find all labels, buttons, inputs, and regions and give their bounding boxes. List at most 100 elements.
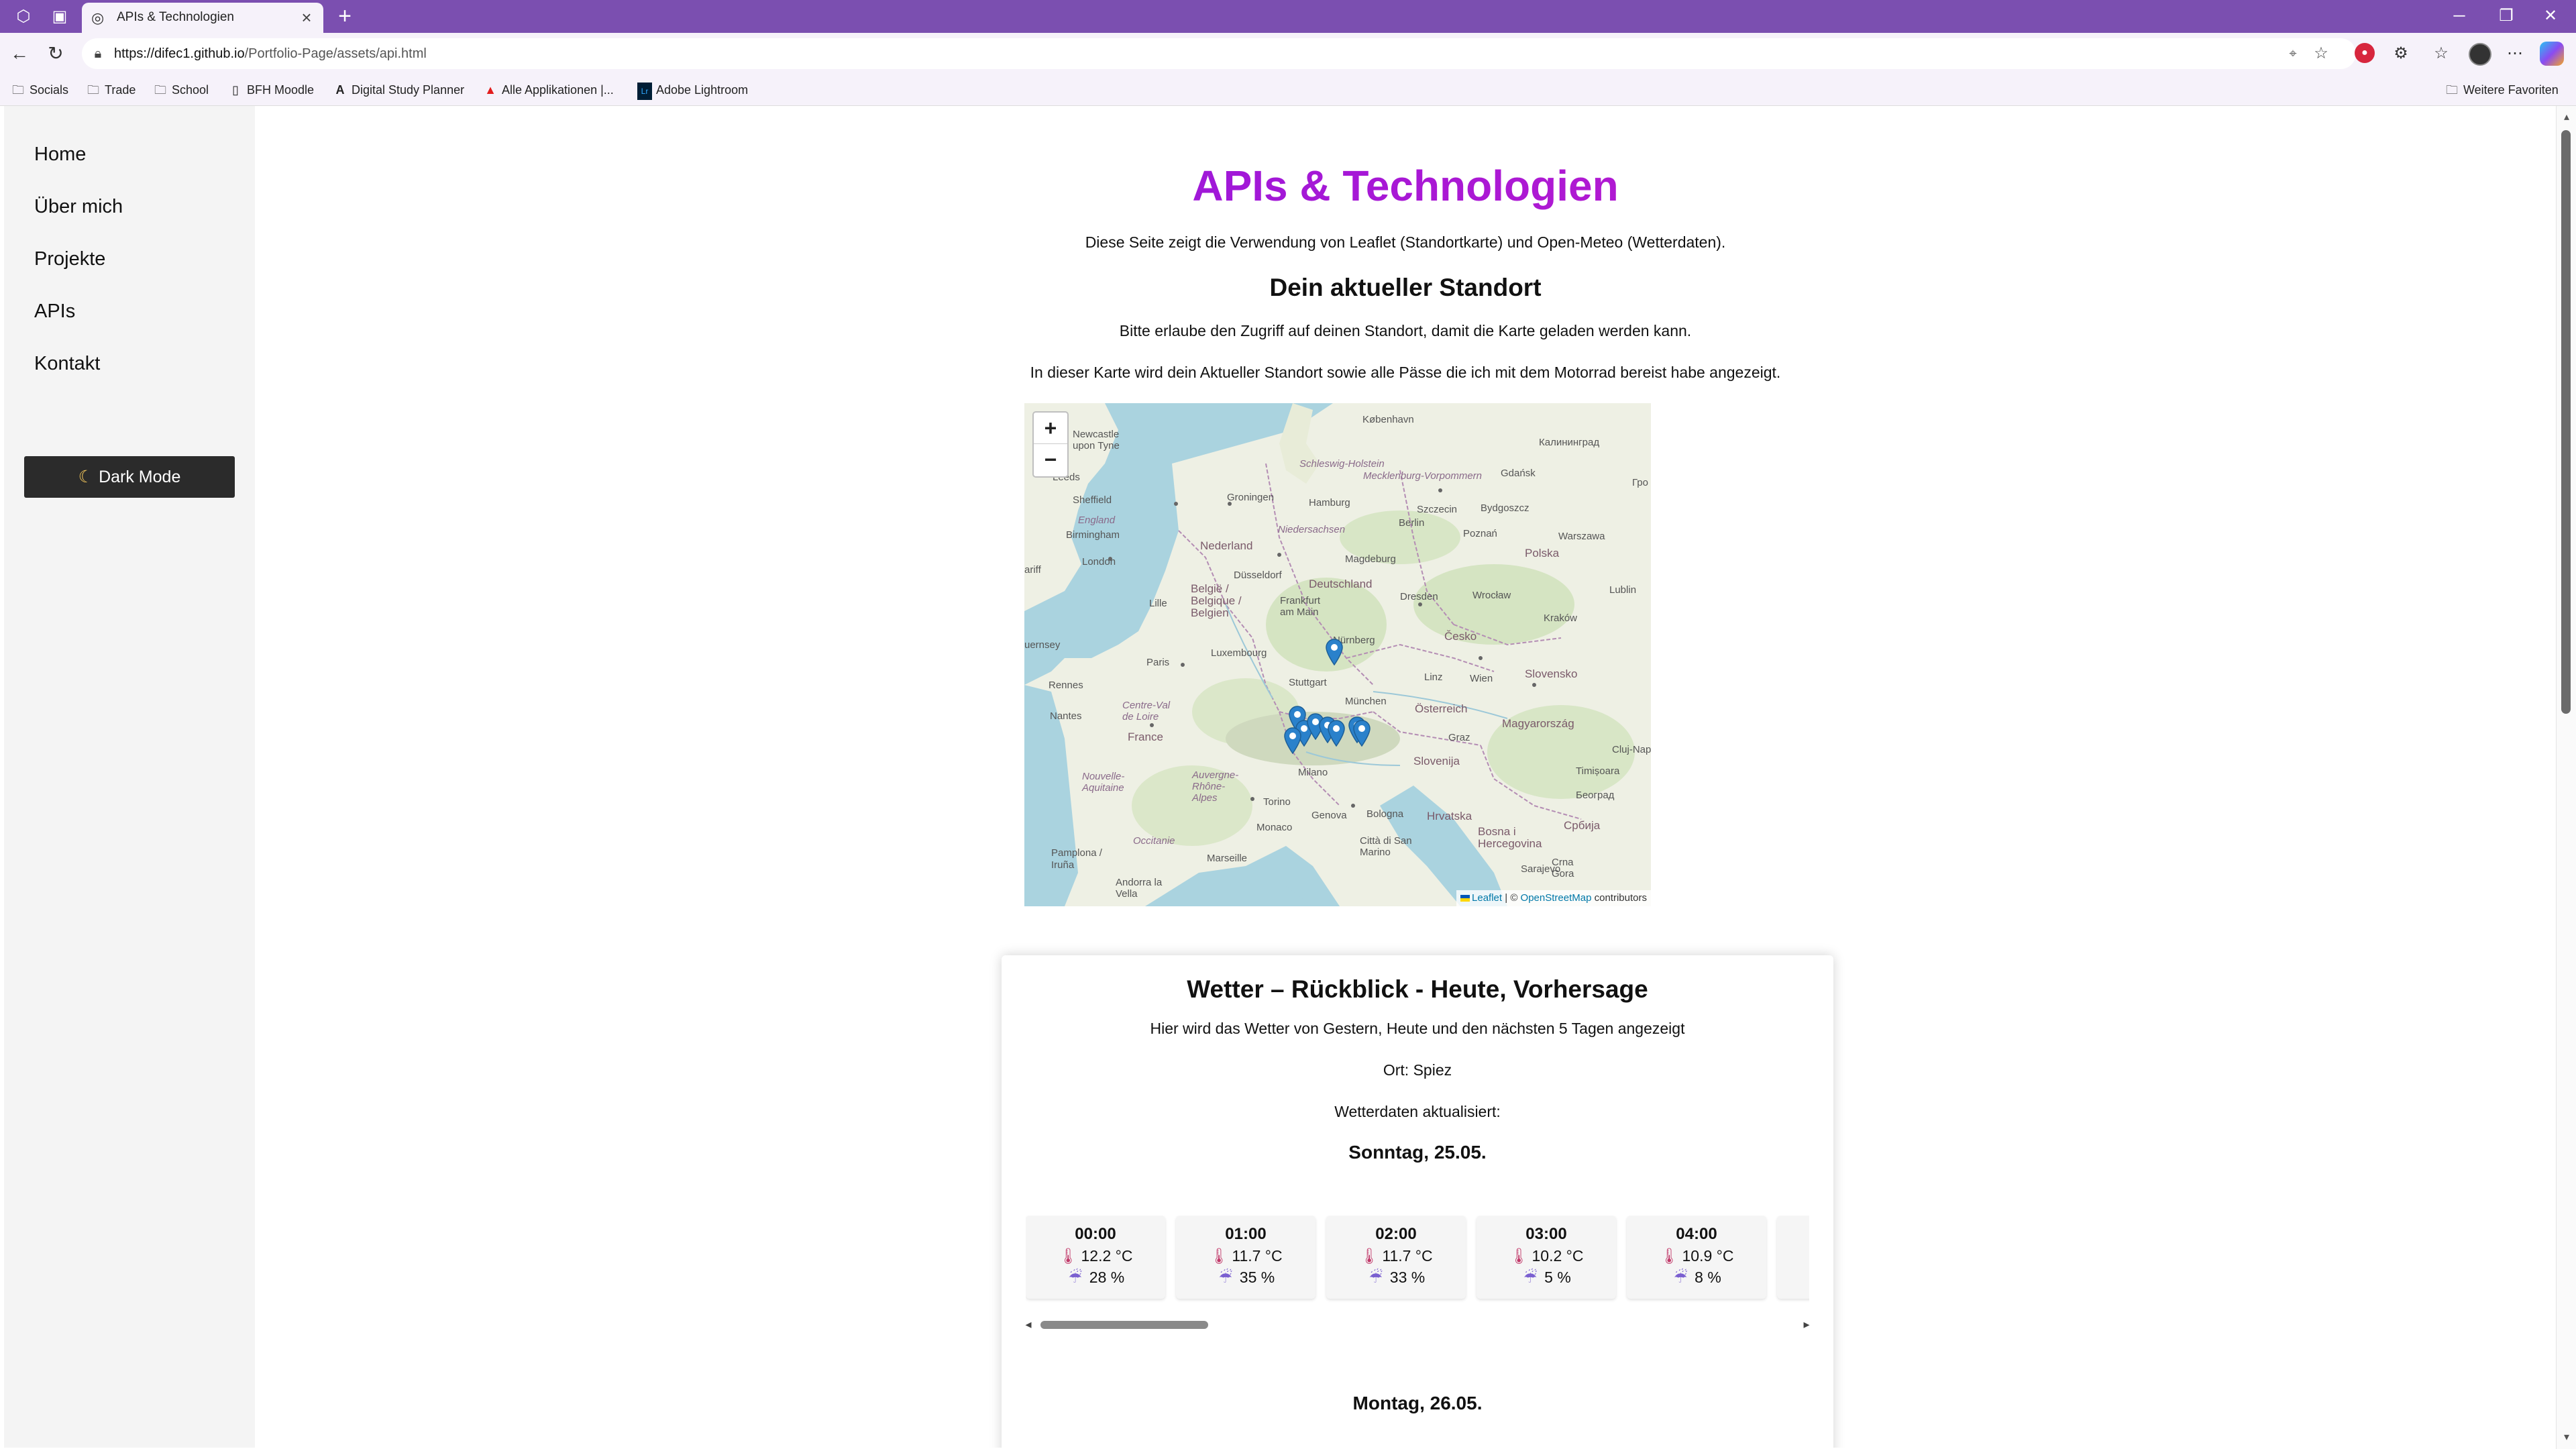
map-label: ariff [1024,564,1041,576]
location-icon[interactable]: ⌖ [2284,44,2302,63]
nav-apis[interactable]: APIs [34,301,75,323]
rain-icon: ☔︎ [1368,1269,1383,1286]
hour-card: 03:00 🌡︎ 10.2 °C ☔︎ 5 % [1477,1216,1616,1299]
thermometer-icon: 🌡︎ [1659,1247,1679,1265]
minimize-button[interactable]: ─ [2439,4,2479,28]
address-bar[interactable]: 🔒︎ https://difec1.github.io/Portfolio-Pa… [82,38,2356,69]
close-window-button[interactable]: ✕ [2530,4,2571,28]
close-tab-icon[interactable]: × [297,7,317,28]
day-heading: Montag, 26.05. [1352,1393,1483,1413]
map-label: Česko [1444,630,1477,643]
folder-icon: 🗀 [154,83,166,97]
extension-icon[interactable]: ● [2355,43,2375,63]
map-label: Slovensko [1525,667,1578,680]
new-tab-button[interactable]: + [333,4,357,28]
map-label: England [1078,515,1116,526]
map-label: Warszawa [1558,531,1605,542]
nav-projekte[interactable]: Projekte [34,248,105,270]
more-menu-icon[interactable]: ⋯ [2504,42,2526,65]
favorites-icon[interactable]: ☆ [2430,42,2453,65]
scrollbar-thumb[interactable] [1040,1321,1208,1329]
back-button[interactable]: ← [8,42,31,65]
map-label: Berlin [1399,517,1425,529]
workspaces-icon[interactable]: ⬡ [13,7,34,27]
browser-tab-active[interactable]: ◎ APIs & Technologien × [82,3,323,33]
map-label: Nantes [1050,710,1082,722]
map-label: Wrocław [1472,590,1511,601]
scroll-left-icon[interactable]: ◂ [1022,1318,1035,1331]
favorite-star-icon[interactable]: ☆ [2312,44,2330,63]
map-label: Гро [1632,477,1648,488]
tab-actions-icon[interactable]: ▣ [50,7,70,27]
map-label: Stuttgart [1289,677,1327,688]
map-marker-icon[interactable] [1328,720,1346,747]
extensions-icon[interactable]: ⚙ [2390,42,2412,65]
hour-card [1777,1216,1809,1299]
browser-tab-bar: ⬡ ▣ ◎ APIs & Technologien × + ─ ❐ ✕ [0,0,2576,33]
weather-description: Hier wird das Wetter von Gestern, Heute … [1150,1020,1685,1037]
hour-precipitation: 8 % [1695,1269,1721,1286]
dark-mode-button[interactable]: ☾ Dark Mode [24,456,235,498]
map-label: Pamplona / Iruña [1051,847,1102,871]
bookmark-digital-study-planner[interactable]: A Digital Study Planner [333,81,465,99]
map-label: Düsseldorf [1234,570,1282,581]
map-marker-icon[interactable] [1326,639,1343,665]
hour-time: 01:00 [1225,1225,1267,1243]
restore-button[interactable]: ❐ [2486,4,2526,28]
profile-avatar[interactable] [2469,43,2491,66]
hourly-forecast-strip[interactable]: 00:00 🌡︎ 12.2 °C ☔︎ 28 % 01:00 🌡︎ 11.7 °C ☔… [1026,1216,1809,1303]
nav-kontakt[interactable]: Kontakt [34,353,100,375]
map-label: Timișoara [1576,765,1620,777]
map-label: Occitanie [1133,835,1175,847]
zoom-in-button[interactable]: + [1034,413,1067,444]
location-heading: Dein aktueller Standort [1269,274,1542,301]
location-description: In dieser Karte wird dein Aktueller Stan… [1030,364,1781,381]
address-toolbar: ← ↻ 🔒︎ https://difec1.github.io/Portfoli… [0,33,2576,74]
hour-precipitation: 28 % [1089,1269,1125,1286]
page-scrollbar[interactable]: ▴ ▾ [2556,106,2576,1449]
horizontal-scrollbar[interactable]: ◂ ▸ [1022,1318,1813,1332]
copilot-icon[interactable] [2540,42,2564,66]
map-marker-icon[interactable] [1353,720,1371,747]
map-label: Nederland [1200,539,1253,552]
scroll-down-icon[interactable]: ▾ [2561,1432,2573,1444]
zoom-out-button[interactable]: − [1034,444,1067,475]
bookmark-trade[interactable]: 🗀 Trade [86,81,136,99]
weather-updated: Wetterdaten aktualisiert: [1334,1103,1501,1120]
scroll-up-icon[interactable]: ▴ [2561,111,2573,123]
bookmark-socials[interactable]: 🗀 Socials [11,81,68,99]
url-text: https://difec1.github.io/Portfolio-Page/… [114,46,427,61]
rain-icon: ☔︎ [1523,1269,1538,1286]
folder-icon: 🗀 [87,83,99,97]
lock-icon[interactable]: 🔒︎ [89,44,107,63]
openstreetmap-link[interactable]: OpenStreetMap [1521,892,1592,904]
nav-ueber-mich[interactable]: Über mich [34,196,123,218]
bookmark-other-favorites[interactable]: 🗀 Weitere Favoriten [2445,81,2559,99]
hour-time: 02:00 [1375,1225,1417,1243]
map-label: Poznań [1463,528,1497,539]
leaflet-link[interactable]: Leaflet [1472,892,1502,904]
scroll-right-icon[interactable]: ▸ [1800,1318,1813,1331]
map-label: Deutschland [1309,578,1373,590]
lightroom-icon: Lr [637,83,652,100]
bookmark-school[interactable]: 🗀 School [153,81,209,99]
map-marker-icon[interactable] [1284,727,1302,754]
hour-temperature: 10.2 °C [1532,1247,1584,1265]
nav-home[interactable]: Home [34,144,86,166]
weather-title: Wetter – Rückblick - Heute, Vorhersage [1187,975,1648,1003]
folder-icon: 🗀 [12,83,24,97]
bookmark-bfh-moodle[interactable]: ▯ BFH Moodle [228,81,314,99]
leaflet-map[interactable]: København Калининград Newcastle upon Tyn… [1024,403,1651,906]
thermometer-icon: 🌡︎ [1058,1247,1078,1265]
map-label: België / Belgique / Belgien [1191,582,1242,619]
reload-button[interactable]: ↻ [44,42,67,65]
hour-temperature: 12.2 °C [1081,1247,1133,1265]
map-label: Lille [1149,598,1167,609]
intro-text: Diese Seite zeigt die Verwendung von Lea… [1085,233,1726,251]
map-label: uernsey [1024,639,1061,651]
page-scrollbar-thumb[interactable] [2561,130,2571,714]
map-label: Luxembourg [1211,647,1267,659]
bookmark-adobe-lightroom[interactable]: Lr Adobe Lightroom [637,81,748,100]
map-label: Wien [1470,673,1493,684]
bookmark-alle-applikationen[interactable]: ▲ Alle Applikationen |... [483,81,614,99]
